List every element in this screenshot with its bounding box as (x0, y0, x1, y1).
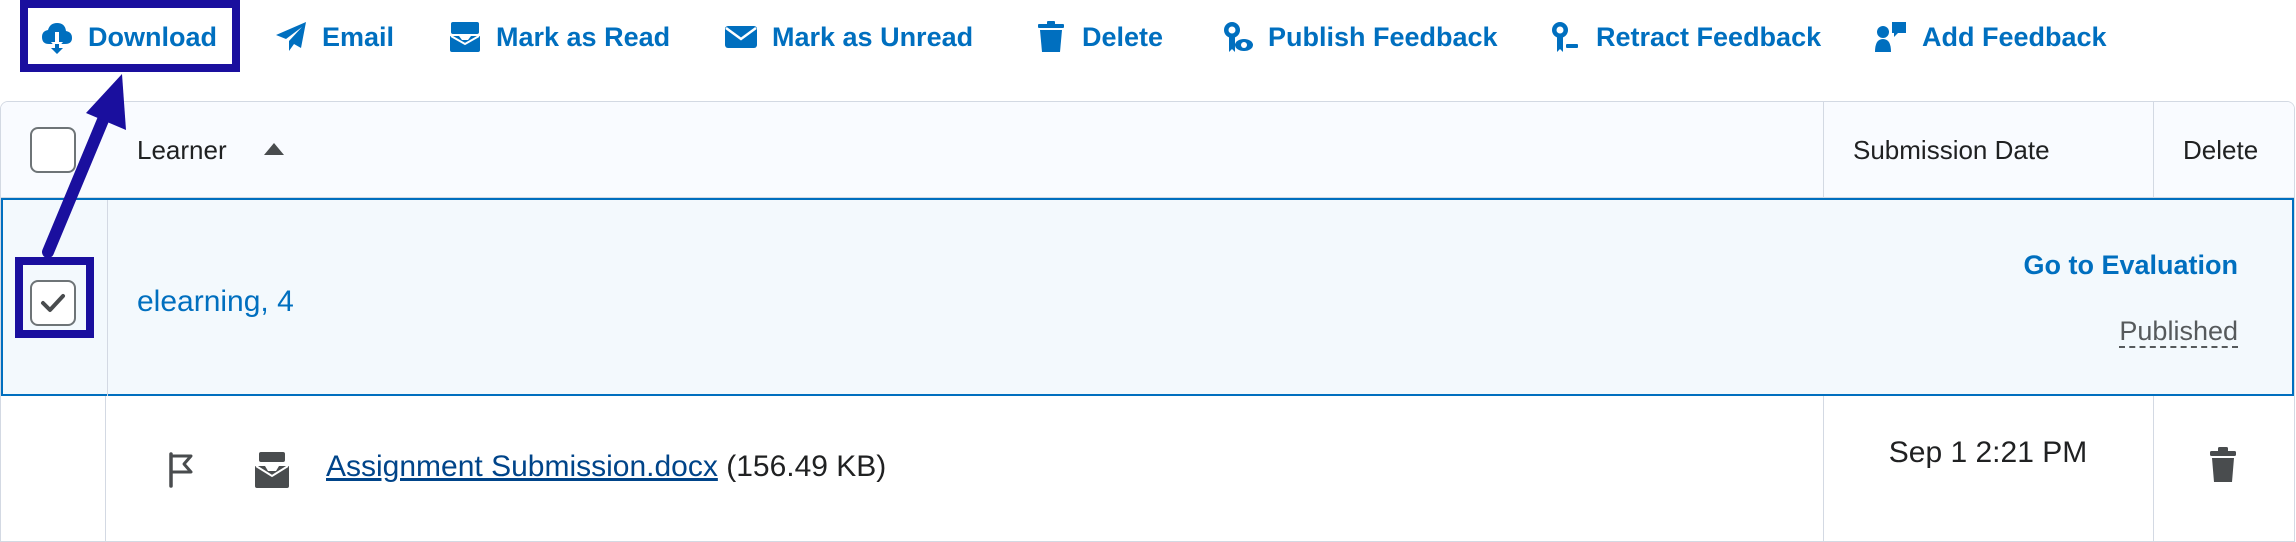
inbox-icon (255, 452, 289, 488)
delete-button[interactable]: Delete (1034, 0, 1163, 74)
delete-label: Delete (1082, 21, 1164, 52)
add-feedback-label: Add Feedback (1922, 21, 2107, 52)
select-all-checkbox[interactable] (30, 127, 76, 173)
toolbar: Download Email Mark as Read Mark as Unre… (0, 0, 2296, 74)
trash-icon[interactable] (2208, 446, 2238, 484)
column-divider (1823, 102, 1824, 198)
retract-feedback-label: Retract Feedback (1596, 21, 1822, 52)
add-feedback-button[interactable]: Add Feedback (1874, 0, 2107, 74)
mark-as-unread-button[interactable]: Mark as Unread (724, 0, 973, 74)
file-entry: Assignment Submission.docx (156.49 KB) (326, 450, 886, 484)
go-to-evaluation-link[interactable]: Go to Evaluation (2023, 250, 2238, 281)
file-name-link[interactable]: Assignment Submission.docx (326, 450, 718, 483)
column-divider (2153, 102, 2154, 198)
learner-header-label: Learner (137, 135, 227, 165)
column-divider (107, 200, 108, 398)
email-label: Email (322, 21, 395, 52)
trash-icon (1038, 21, 1064, 52)
mark-as-unread-label: Mark as Unread (772, 21, 974, 52)
file-size: (156.49 KB) (726, 450, 887, 483)
flag-icon[interactable] (167, 452, 195, 488)
add-feedback-icon (1875, 22, 1906, 52)
mark-unread-icon (725, 26, 757, 48)
status-badge[interactable]: Published (2119, 316, 2238, 348)
mark-as-read-button[interactable]: Mark as Read (448, 0, 670, 74)
email-icon (276, 22, 306, 51)
table-header-row: Learner Submission Date Delete (1, 102, 2294, 198)
sort-up-icon[interactable] (263, 142, 285, 156)
publish-feedback-label: Publish Feedback (1268, 21, 1498, 52)
column-divider (2153, 396, 2154, 541)
publish-feedback-button[interactable]: Publish Feedback (1220, 0, 1498, 74)
learner-column-header[interactable]: Learner (137, 135, 227, 166)
learner-row: elearning, 4 Go to Evaluation Published (1, 198, 2294, 398)
file-row: Assignment Submission.docx (156.49 KB) S… (1, 396, 2294, 541)
learner-name-link[interactable]: elearning, 4 (137, 285, 294, 319)
mark-as-read-label: Mark as Read (496, 21, 671, 52)
submissions-table: Learner Submission Date Delete elearning… (0, 101, 2295, 542)
retract-feedback-button[interactable]: Retract Feedback (1548, 0, 1821, 74)
submission-date: Sep 1 2:21 PM (1888, 436, 2088, 469)
mark-read-icon (450, 22, 480, 52)
column-divider (105, 396, 106, 541)
email-button[interactable]: Email (274, 0, 394, 74)
submission-date-column-header: Submission Date (1853, 135, 2050, 165)
publish-feedback-icon (1224, 22, 1253, 52)
checkbox-highlight-box (15, 257, 94, 338)
delete-column-header: Delete (2183, 135, 2259, 165)
retract-feedback-icon (1552, 22, 1578, 52)
download-highlight-box (20, 0, 240, 72)
